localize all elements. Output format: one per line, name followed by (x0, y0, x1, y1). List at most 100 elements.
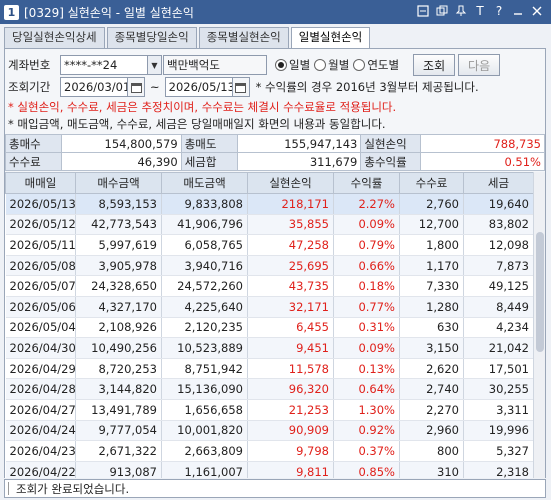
cell-tax: 17,501 (463, 358, 534, 380)
table-row[interactable]: 2026/04/22 913,087 1,161,007 9,811 0.85% 310 2… (5, 461, 534, 478)
table-row[interactable]: 2026/05/12 42,773,543 41,906,796 35,855 0.09… (5, 214, 534, 236)
cell-return: 0.09% (333, 214, 400, 236)
table-row[interactable]: 2026/05/04 2,108,926 2,120,235 6,455 0.31% 63… (5, 317, 534, 339)
window-title: [0329] 실현손익 - 일별 실현손익 (24, 5, 194, 20)
cell-trade-date: 2026/04/22 (5, 461, 76, 478)
cell-sell-amount: 2,663,809 (161, 440, 248, 462)
minimize-icon[interactable] (510, 3, 526, 19)
radio-daily-label: 일별 (289, 58, 311, 72)
cell-buy-amount: 4,327,170 (75, 296, 162, 318)
cell-sell-amount: 10,523,889 (161, 337, 248, 359)
cell-sell-amount: 10,001,820 (161, 420, 248, 442)
cell-trade-date: 2026/04/24 (5, 420, 76, 442)
pin-icon[interactable] (453, 3, 469, 19)
copy-window-icon[interactable] (434, 3, 450, 19)
cell-buy-amount: 10,490,256 (75, 337, 162, 359)
scrollbar-thumb[interactable] (536, 232, 544, 352)
cell-return: 0.64% (333, 378, 400, 400)
table-row[interactable]: 2026/04/24 9,777,054 10,001,820 90,909 0.92%… (5, 420, 534, 442)
cell-buy-amount: 42,773,543 (75, 214, 162, 236)
cell-sell-amount: 24,572,260 (161, 275, 248, 297)
cell-realized-pnl: 47,258 (247, 234, 334, 256)
table-row[interactable]: 2026/04/27 13,491,789 1,656,658 21,253 1.30%… (5, 399, 534, 421)
table-row[interactable]: 2026/04/29 8,720,253 8,751,942 11,578 0.13% 2… (5, 358, 534, 380)
next-button[interactable]: 다음 (458, 54, 501, 76)
total-return-label: 총수익률 (360, 152, 422, 171)
daily-pnl-grid[interactable]: 매매일 매수금액 매도금액 실현손익 수익률 수수료 세금 2026/05/13… (5, 172, 545, 478)
radio-monthly-dot (314, 59, 327, 71)
period-tilde: ~ (150, 80, 160, 94)
cell-trade-date: 2026/04/29 (5, 358, 76, 380)
table-row[interactable]: 2026/05/07 24,328,650 24,572,260 43,735 0.18… (5, 275, 534, 297)
cell-trade-date: 2026/04/23 (5, 440, 76, 462)
cell-return: 0.92% (333, 420, 400, 442)
cell-realized-pnl: 6,455 (247, 317, 334, 339)
col-header-sell-amount[interactable]: 매도금액 (161, 172, 248, 194)
cell-sell-amount: 3,940,716 (161, 255, 248, 277)
cell-fee: 2,960 (399, 420, 464, 442)
cell-fee: 2,620 (399, 358, 464, 380)
cell-fee: 630 (399, 317, 464, 339)
tab-daily-realized-pnl[interactable]: 일별실현손익 (290, 27, 371, 49)
cell-realized-pnl: 9,451 (247, 337, 334, 359)
table-row[interactable]: 2026/05/08 3,905,978 3,940,716 25,695 0.66% 1… (5, 255, 534, 277)
col-header-buy-amount[interactable]: 매수금액 (75, 172, 162, 194)
cell-sell-amount: 8,751,942 (161, 358, 248, 380)
same-content-note: * 매입금액, 매도금액, 수수료, 세금은 당일매매일지 화면의 내용과 동일… (8, 117, 386, 131)
cell-tax: 30,255 (463, 378, 534, 400)
col-header-fee[interactable]: 수수료 (399, 172, 464, 194)
calendar-icon (235, 82, 247, 93)
tab-daily-realized-detail[interactable]: 당일실현손익상세 (4, 27, 105, 48)
col-header-realized-pnl[interactable]: 실현손익 (247, 172, 334, 194)
cell-realized-pnl: 9,811 (247, 461, 334, 478)
radio-daily[interactable]: 일별 (275, 57, 310, 73)
link-icon[interactable] (415, 3, 431, 19)
tab-stock-daily-pnl[interactable]: 종목별당일손익 (106, 27, 197, 48)
cell-trade-date: 2026/04/28 (5, 378, 76, 400)
font-size-icon[interactable]: T (472, 3, 488, 19)
cell-realized-pnl: 21,253 (247, 399, 334, 421)
close-icon[interactable] (529, 3, 545, 19)
help-icon[interactable]: ? (491, 3, 507, 19)
cell-trade-date: 2026/05/12 (5, 214, 76, 236)
cell-sell-amount: 6,058,765 (161, 234, 248, 256)
tab-stock-realized-pnl[interactable]: 종목별실현손익 (198, 27, 289, 48)
cell-sell-amount: 1,656,658 (161, 399, 248, 421)
cell-buy-amount: 8,593,153 (75, 193, 162, 215)
search-button[interactable]: 조회 (413, 54, 456, 76)
cell-fee: 1,280 (399, 296, 464, 318)
table-row[interactable]: 2026/04/30 10,490,256 10,523,889 9,451 0.09%… (5, 337, 534, 359)
table-row[interactable]: 2026/05/13 8,593,153 9,833,808 218,171 2.27%… (5, 193, 534, 215)
grid-scrollbar[interactable] (533, 172, 545, 478)
date-from-field[interactable]: 2026/03/01 (60, 77, 128, 97)
cell-return: 0.13% (333, 358, 400, 380)
total-buy-value: 154,800,579 (60, 134, 182, 153)
window-number-badge: 1 (4, 4, 19, 20)
col-header-return[interactable]: 수익률 (333, 172, 400, 194)
total-return-value: 0.51% (420, 152, 545, 171)
date-to-calendar-button[interactable] (232, 77, 250, 97)
cell-tax: 49,125 (463, 275, 534, 297)
account-number-field[interactable]: ****-**24 (60, 55, 148, 75)
radio-yearly[interactable]: 연도별 (353, 57, 399, 73)
cell-realized-pnl: 96,320 (247, 378, 334, 400)
col-header-trade-date[interactable]: 매매일 (5, 172, 76, 194)
cell-buy-amount: 913,087 (75, 461, 162, 478)
table-row[interactable]: 2026/04/28 3,144,820 15,136,090 96,320 0.64%… (5, 378, 534, 400)
cell-realized-pnl: 90,909 (247, 420, 334, 442)
cell-tax: 5,327 (463, 440, 534, 462)
table-row[interactable]: 2026/05/11 5,997,619 6,058,765 47,258 0.79% 1… (5, 234, 534, 256)
radio-daily-dot (275, 59, 287, 71)
cell-trade-date: 2026/05/06 (5, 296, 76, 318)
date-to-field[interactable]: 2026/05/13 (164, 77, 233, 97)
cell-realized-pnl: 9,798 (247, 440, 334, 462)
date-from-calendar-button[interactable] (128, 77, 145, 97)
radio-monthly[interactable]: 월별 (314, 57, 349, 73)
col-header-tax[interactable]: 세금 (463, 172, 534, 194)
total-sell-value: 155,947,143 (236, 134, 362, 153)
table-row[interactable]: 2026/05/06 4,327,170 4,225,640 32,171 0.77% 1… (5, 296, 534, 318)
status-bar: 조회가 완료되었습니다. (4, 479, 546, 498)
table-row[interactable]: 2026/04/23 2,671,322 2,663,809 9,798 0.37% 80… (5, 440, 534, 462)
grid-body: 2026/05/13 8,593,153 9,833,808 218,171 2.27%… (5, 193, 534, 478)
account-dropdown-button[interactable]: ▼ (148, 55, 162, 75)
